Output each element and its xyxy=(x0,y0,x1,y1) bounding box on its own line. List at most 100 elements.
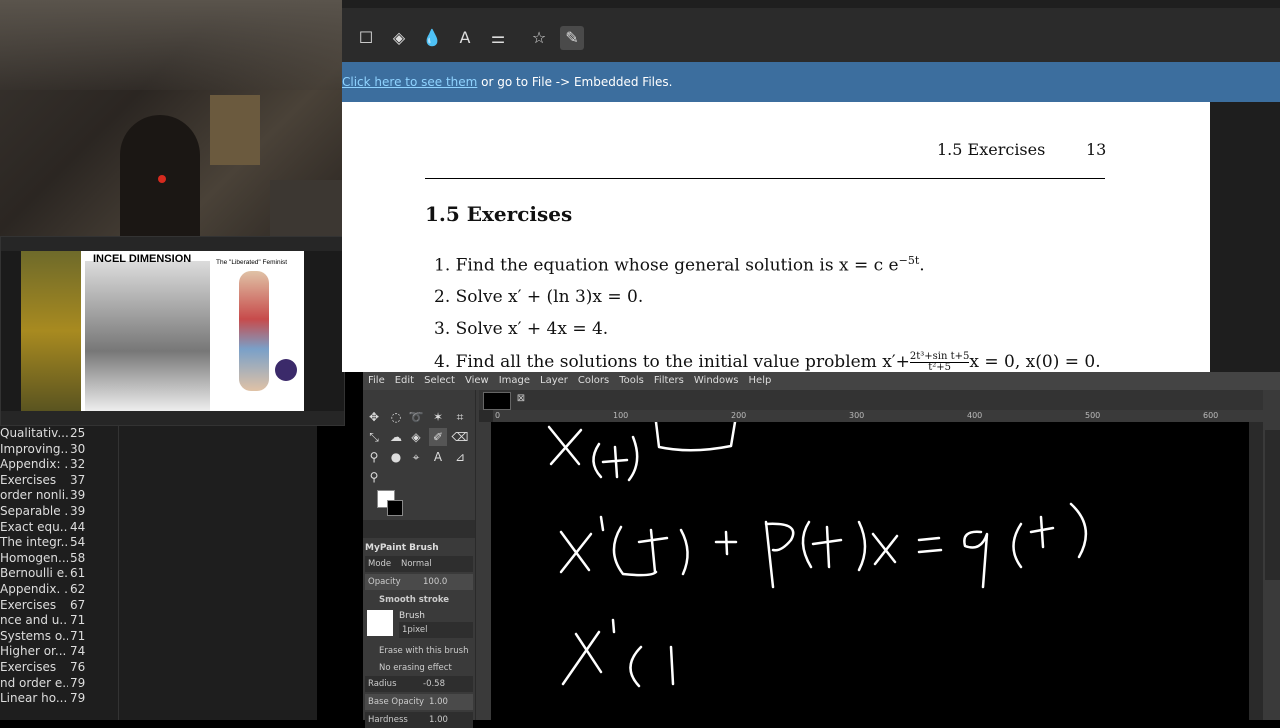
transform-icon[interactable]: ⤡ xyxy=(365,428,383,446)
stroke-p xyxy=(764,520,795,589)
outline-item[interactable]: Improving... 30 xyxy=(0,442,118,458)
sliders-icon[interactable]: ⚌ xyxy=(486,26,510,50)
outline-item-title: Exercises xyxy=(0,597,57,612)
dock-scrollbar[interactable] xyxy=(1265,430,1280,580)
radius-slider[interactable]: Radius -0.58 xyxy=(365,676,473,692)
menu-help[interactable]: Help xyxy=(744,372,777,390)
paintbrush-icon[interactable]: ✐ xyxy=(429,428,447,446)
outline-item-title: The integr... xyxy=(0,535,68,550)
menu-filters[interactable]: Filters xyxy=(649,372,689,390)
brush-preview[interactable] xyxy=(367,610,393,636)
outline-item[interactable]: Higher or... 74 xyxy=(0,644,118,660)
outline-item[interactable]: nd order e... 79 xyxy=(0,676,118,692)
drawing-canvas[interactable] xyxy=(491,422,1249,720)
outline-item[interactable]: Separable ...39 xyxy=(0,504,118,520)
outline-item[interactable]: Exercises 76 xyxy=(0,660,118,676)
vertical-ruler xyxy=(479,422,491,720)
outline-item-title: Linear ho... xyxy=(0,691,68,706)
outline-item[interactable]: order nonli...39 xyxy=(0,488,118,504)
outline-item-page: 32 xyxy=(70,457,86,472)
zoom-icon[interactable]: ⚲ xyxy=(365,468,383,486)
image-viewer-statusbar[interactable] xyxy=(1,411,344,425)
image-viewer-titlebar[interactable] xyxy=(1,237,344,251)
stroke-paren7 xyxy=(1012,522,1023,569)
no-erasing-checkbox[interactable]: No erasing effect xyxy=(365,660,473,676)
outline-item[interactable]: Appendix. ...62 xyxy=(0,582,118,598)
meme-title: INCEL DIMENSION xyxy=(93,253,192,265)
clone-icon[interactable]: ⚲ xyxy=(365,448,383,466)
menu-windows[interactable]: Windows xyxy=(689,372,744,390)
menu-colors[interactable]: Colors xyxy=(573,372,614,390)
rectangle-icon[interactable]: ☐ xyxy=(354,26,378,50)
menu-select[interactable]: Select xyxy=(419,372,460,390)
star-icon[interactable]: ☆ xyxy=(527,26,551,50)
exercise-4: 4. Find all the solutions to the initial… xyxy=(434,352,1101,373)
outline-item[interactable]: nce and u... 71 xyxy=(0,613,118,629)
base-opacity-slider[interactable]: Base Opacity 1.00 xyxy=(365,694,473,710)
brush-name: 1pixel xyxy=(402,625,428,635)
menu-view[interactable]: View xyxy=(460,372,494,390)
exercise-number: 1. xyxy=(434,255,451,276)
pin-icon[interactable]: ✎ xyxy=(560,26,584,50)
pdf-outline-panel[interactable]: Qualitativ... 25 Improving... 30 Appendix: .… xyxy=(0,426,317,720)
image-tab-thumbnail[interactable] xyxy=(483,392,511,410)
image-tabs[interactable]: ⊠ xyxy=(479,390,1279,410)
outline-item[interactable]: Appendix: ...32 xyxy=(0,457,118,473)
running-header-page: 13 xyxy=(1086,140,1107,159)
menu-edit[interactable]: Edit xyxy=(390,372,419,390)
outline-item[interactable]: Exercises 67 xyxy=(0,598,118,614)
dock-tabs[interactable] xyxy=(363,520,475,538)
outline-item-title: Homogen... xyxy=(0,550,68,565)
outline-item[interactable]: Systems o... 71 xyxy=(0,629,118,645)
bucket-fill-icon[interactable]: ◈ xyxy=(407,428,425,446)
warp-icon[interactable]: ☁ xyxy=(387,428,405,446)
menu-image[interactable]: Image xyxy=(494,372,535,390)
outline-item[interactable]: Linear ho... 79 xyxy=(0,691,118,707)
smudge-icon[interactable]: ● xyxy=(387,448,405,466)
eraser-icon[interactable]: ⌫ xyxy=(451,428,469,446)
paths-icon[interactable]: ⌖ xyxy=(407,448,425,466)
close-tab-icon[interactable]: ⊠ xyxy=(515,393,527,405)
fuzzy-select-icon[interactable]: ✶ xyxy=(429,408,447,426)
mode-value[interactable]: Normal xyxy=(401,556,432,572)
section-title: 1.5 Exercises xyxy=(425,202,573,226)
measure-icon[interactable]: ⊿ xyxy=(451,448,469,466)
embedded-files-link[interactable]: Click here to see them xyxy=(342,75,477,89)
image-viewer-window[interactable]: INCEL DIMENSION The "Liberated" Feminist xyxy=(0,236,345,426)
text-tool-icon[interactable]: A xyxy=(429,448,447,466)
cabinet xyxy=(210,95,260,165)
opacity-slider[interactable]: Opacity 100.0 xyxy=(365,574,473,590)
menu-file[interactable]: File xyxy=(363,372,390,390)
meme-subtitle: The "Liberated" Feminist xyxy=(216,259,288,266)
menu-tools[interactable]: Tools xyxy=(614,372,649,390)
outline-list[interactable]: Qualitativ... 25 Improving... 30 Appendix: .… xyxy=(0,426,118,707)
background-color-swatch[interactable] xyxy=(387,500,403,516)
stroke-prime xyxy=(599,515,605,532)
ink-drop-icon[interactable]: 💧 xyxy=(420,26,444,50)
erase-with-brush-checkbox[interactable]: Erase with this brush xyxy=(365,643,473,659)
outline-item[interactable]: Homogen... 58 xyxy=(0,551,118,567)
exercise-number: 4. xyxy=(434,352,451,372)
lasso-icon[interactable]: ➰ xyxy=(407,408,425,426)
outline-item-title: Exact equ... xyxy=(0,519,68,534)
hardness-slider[interactable]: Hardness 1.00 xyxy=(365,712,473,728)
outline-divider[interactable] xyxy=(118,426,119,720)
text-style-icon[interactable]: A xyxy=(453,26,477,50)
menu-layer[interactable]: Layer xyxy=(535,372,573,390)
no-erasing-label: No erasing effect xyxy=(379,663,452,673)
exercise-text: Solve x′ + 4x = 4. xyxy=(455,319,609,339)
outline-item[interactable]: Exact equ... 44 xyxy=(0,520,118,536)
outline-item[interactable]: Bernoulli e... 61 xyxy=(0,566,118,582)
outline-item[interactable]: The integr... 54 xyxy=(0,535,118,551)
brush-name-field[interactable]: 1pixel xyxy=(399,622,473,638)
gimp-window[interactable]: File Edit Select View Image Layer Colors Tools F… xyxy=(363,372,1280,728)
crop-icon[interactable]: ⌗ xyxy=(451,408,469,426)
smooth-stroke-checkbox[interactable]: Smooth stroke xyxy=(365,592,473,608)
move-tool-icon[interactable]: ✥ xyxy=(365,408,383,426)
outline-item[interactable]: Exercises 37 xyxy=(0,473,118,489)
mode-row[interactable]: Mode Normal xyxy=(365,556,473,572)
pdf-page[interactable]: 1.5 Exercises 13 1.5 Exercises 1. Find t… xyxy=(342,102,1210,373)
ellipse-select-icon[interactable]: ◌ xyxy=(387,408,405,426)
outline-item[interactable]: Qualitativ... 25 xyxy=(0,426,118,442)
paint-bucket-icon[interactable]: ◈ xyxy=(387,26,411,50)
